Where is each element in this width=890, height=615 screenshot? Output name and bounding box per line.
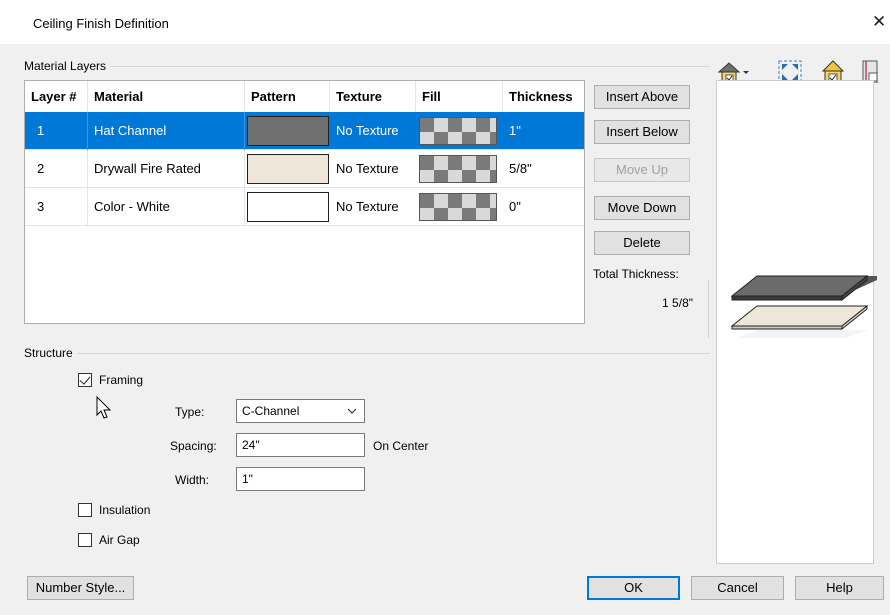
thickness-value[interactable]: 0" <box>503 188 583 226</box>
pattern-swatch[interactable] <box>247 154 329 184</box>
table-row[interactable]: 3 Color - White No Texture 0" <box>25 188 584 226</box>
divider <box>244 188 245 226</box>
type-select-value: C-Channel <box>242 404 300 418</box>
type-label: Type: <box>175 405 205 419</box>
fill-pattern-swatch[interactable] <box>419 193 497 221</box>
framing-label[interactable]: Framing <box>99 373 143 387</box>
col-header-material[interactable]: Material <box>88 81 245 112</box>
material-layers-divider <box>24 66 710 67</box>
layer-number: 1 <box>37 123 45 138</box>
chevron-down-icon <box>347 408 357 414</box>
insert-above-button[interactable]: Insert Above <box>594 85 690 109</box>
help-button[interactable]: Help <box>795 576 884 600</box>
ok-button[interactable]: OK <box>587 576 680 600</box>
air-gap-label[interactable]: Air Gap <box>99 533 140 547</box>
spacing-input[interactable]: 24" <box>236 433 365 457</box>
structure-divider <box>24 353 710 354</box>
material-name[interactable]: Color - White <box>88 188 244 226</box>
mouse-cursor-icon <box>96 396 112 419</box>
move-up-button[interactable]: Move Up <box>594 158 690 182</box>
insulation-checkbox[interactable] <box>78 503 92 517</box>
texture-value[interactable]: No Texture <box>330 112 416 150</box>
number-style-button[interactable]: Number Style... <box>27 576 134 600</box>
layers-table[interactable]: Layer # Material Pattern Texture Fill Th… <box>24 80 585 324</box>
fill-pattern-swatch[interactable] <box>419 155 497 183</box>
dialog-title: Ceiling Finish Definition <box>33 16 169 31</box>
type-select[interactable]: C-Channel <box>236 399 365 423</box>
cancel-button[interactable]: Cancel <box>691 576 784 600</box>
structure-label: Structure <box>24 346 77 360</box>
col-header-layer[interactable]: Layer # <box>25 81 88 112</box>
width-label: Width: <box>175 473 210 487</box>
col-header-pattern[interactable]: Pattern <box>245 81 330 112</box>
material-name[interactable]: Drywall Fire Rated <box>88 150 244 188</box>
thickness-value[interactable]: 5/8" <box>503 150 583 188</box>
pattern-swatch[interactable] <box>247 116 329 146</box>
insulation-label[interactable]: Insulation <box>99 503 150 517</box>
splitter-handle[interactable] <box>708 280 709 338</box>
width-input[interactable]: 1" <box>236 467 365 491</box>
insert-below-button[interactable]: Insert Below <box>594 120 690 144</box>
spacing-label: Spacing: <box>170 439 217 453</box>
air-gap-checkbox[interactable] <box>78 533 92 547</box>
framing-checkbox[interactable] <box>78 373 92 387</box>
on-center-label: On Center <box>373 439 429 453</box>
col-header-thickness[interactable]: Thickness <box>503 81 584 112</box>
col-header-texture[interactable]: Texture <box>330 81 416 112</box>
divider <box>244 150 245 188</box>
texture-value[interactable]: No Texture <box>330 188 416 226</box>
material-layers-label: Material Layers <box>24 59 111 73</box>
thickness-value[interactable]: 1" <box>503 112 583 150</box>
fill-pattern-swatch[interactable] <box>419 117 497 145</box>
table-row[interactable]: 2 Drywall Fire Rated No Texture 5/8" <box>25 150 584 188</box>
pattern-swatch[interactable] <box>247 192 329 222</box>
texture-value[interactable]: No Texture <box>330 150 416 188</box>
divider <box>244 112 245 150</box>
layer-number: 2 <box>37 161 45 176</box>
delete-button[interactable]: Delete <box>594 231 690 255</box>
ceiling-layers-3d-preview <box>730 274 877 338</box>
close-icon[interactable]: ✕ <box>872 12 886 32</box>
layer-number: 3 <box>37 199 45 214</box>
table-row[interactable]: 1 Hat Channel No Texture 1" <box>25 112 584 150</box>
layer-preview-panel[interactable] <box>716 80 877 564</box>
material-name[interactable]: Hat Channel <box>88 112 244 150</box>
total-thickness-label: Total Thickness: <box>593 267 679 281</box>
col-header-fill[interactable]: Fill <box>416 81 503 112</box>
move-down-button[interactable]: Move Down <box>594 196 690 220</box>
total-thickness-value: 1 5/8" <box>662 296 693 310</box>
